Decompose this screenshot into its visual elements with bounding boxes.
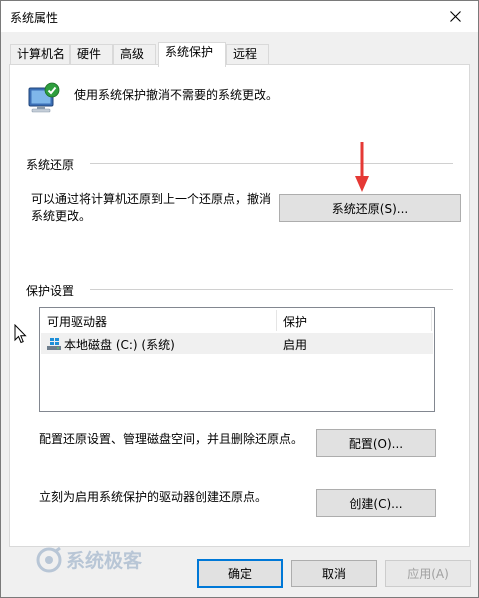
create-description: 立刻为启用系统保护的驱动器创建还原点。: [39, 490, 268, 504]
column-separator[interactable]: [431, 310, 432, 331]
column-separator[interactable]: [276, 310, 277, 331]
drive-list-header: 可用驱动器 保护: [40, 308, 434, 333]
watermark-logo-icon: [36, 546, 62, 572]
cancel-button[interactable]: 取消: [291, 560, 377, 587]
column-header-protection[interactable]: 保护: [283, 313, 307, 330]
annotation-arrow-icon: [355, 142, 369, 192]
system-restore-button[interactable]: 系统还原(S)...: [279, 194, 461, 222]
window-title: 系统属性: [10, 11, 59, 25]
system-restore-section-label: 系统还原: [26, 156, 81, 173]
drive-icon: [47, 338, 61, 350]
tab-hardware[interactable]: 硬件: [70, 44, 113, 65]
system-protection-panel: 使用系统保护撤消不需要的系统更改。 系统还原 可以通过将计算机还原到上一个还原点…: [9, 64, 470, 547]
column-header-available-drives[interactable]: 可用驱动器: [47, 313, 107, 330]
drive-name: 本地磁盘 (C:) (系统): [64, 338, 175, 352]
close-button[interactable]: [432, 1, 478, 32]
restore-description-line2: 系统更改。: [31, 209, 92, 223]
drive-protection-status: 启用: [283, 338, 308, 352]
tab-computer-name[interactable]: 计算机名: [10, 44, 70, 65]
apply-button[interactable]: 应用(A): [385, 560, 471, 587]
tab-remote[interactable]: 远程: [226, 44, 269, 65]
mouse-cursor-icon: [14, 324, 27, 344]
tab-system-protection[interactable]: 系统保护: [158, 42, 226, 67]
configure-description: 配置还原设置、管理磁盘空间，并且删除还原点。: [39, 432, 304, 446]
watermark-text: 系统极客: [66, 550, 143, 572]
drive-row[interactable]: 本地磁盘 (C:) (系统) 启用: [41, 333, 433, 354]
section-divider: [90, 289, 453, 290]
close-icon: [449, 11, 461, 22]
title-bar[interactable]: 系统属性: [1, 1, 478, 32]
intro-text: 使用系统保护撤消不需要的系统更改。: [74, 88, 279, 102]
create-button[interactable]: 创建(C)...: [316, 489, 436, 517]
section-divider: [90, 163, 453, 164]
system-properties-window: 系统属性 计算机名 硬件 高级 系统保护 远程 使用系统保护撤消不需要的系统更改…: [0, 0, 479, 598]
protection-settings-section-label: 保护设置: [26, 282, 81, 299]
tab-advanced[interactable]: 高级: [113, 44, 156, 65]
restore-description-line1: 可以通过将计算机还原到上一个还原点，撤消: [31, 192, 272, 206]
computer-shield-icon: [28, 82, 60, 113]
ok-button[interactable]: 确定: [197, 559, 283, 588]
watermark: 系统极客: [36, 546, 142, 573]
configure-button[interactable]: 配置(O)...: [316, 429, 436, 457]
drive-list[interactable]: 可用驱动器 保护 本地磁盘 (C:) (系统) 启用: [39, 307, 435, 412]
